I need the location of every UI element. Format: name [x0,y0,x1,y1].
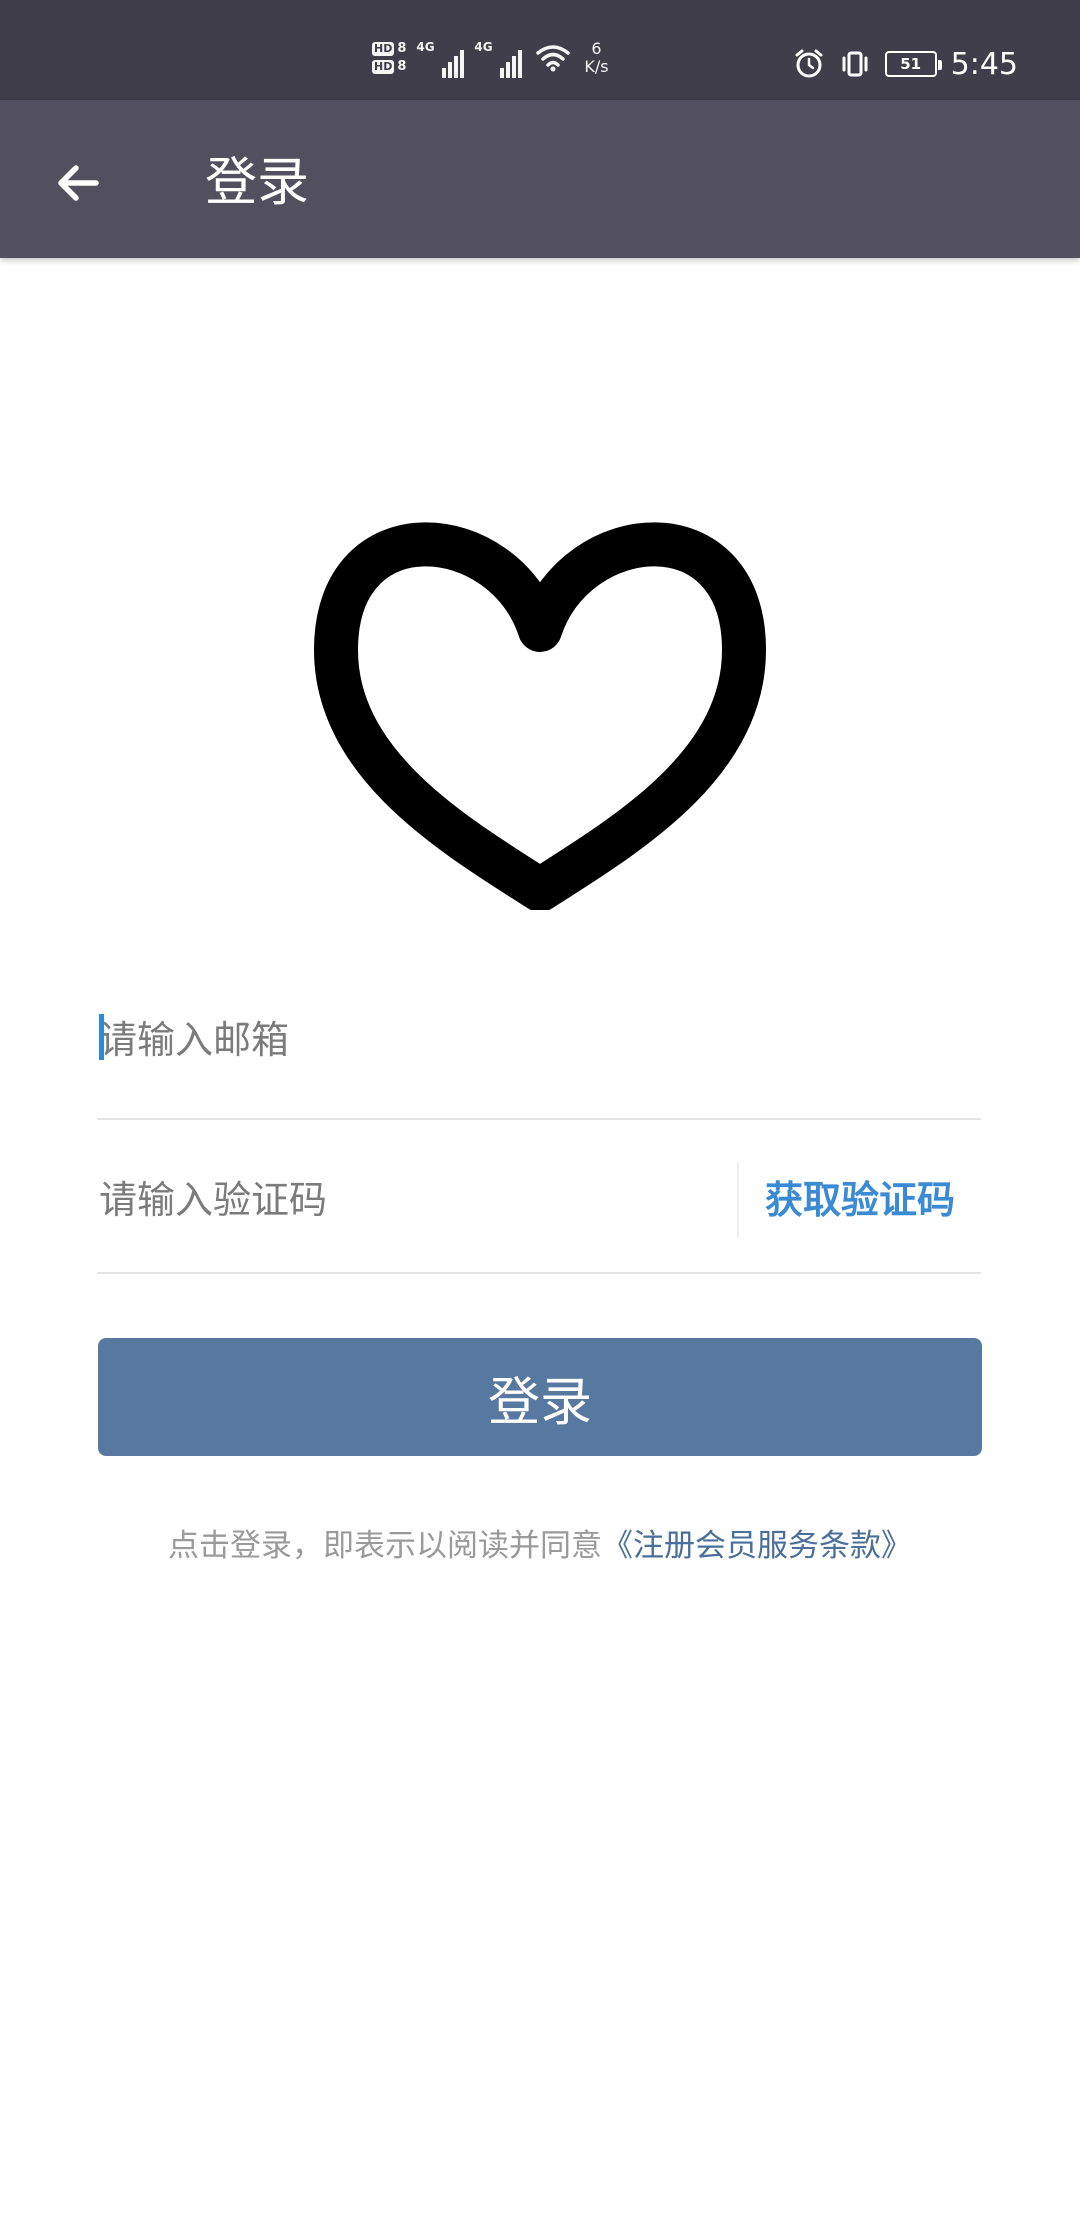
page-title: 登录 [205,153,310,213]
hd-sim2: 8 [397,59,407,74]
signal-tag: 4G [474,40,493,54]
back-button[interactable] [40,145,116,221]
signal-tag: 4G [416,40,435,54]
arrow-left-icon [58,165,99,201]
vibrate-icon [842,51,868,77]
status-bar: HD 8 HD 8 4G 4G 6 K/s 51 5:45 [0,0,1080,100]
get-code-button[interactable]: 获取验证码 [765,1170,955,1230]
hd-icon: HD 8 [372,42,406,56]
email-input[interactable] [99,1010,959,1070]
email-field-container [97,978,981,1120]
text-caret [99,1014,104,1060]
battery-icon: 51 [884,51,942,77]
status-network-group: HD 8 HD 8 4G 4G 6 K/s [372,30,609,86]
verification-code-input[interactable] [99,1170,719,1230]
wifi-icon [536,45,571,72]
network-speed-unit: K/s [584,57,609,76]
terms-link[interactable]: 《注册会员服务条款》 [602,1528,912,1564]
hd-sim1: 8 [397,41,407,56]
code-field-container: 获取验证码 [97,1140,981,1274]
signal-4g-icon: 4G [474,38,523,78]
agreement-text: 点击登录，即表示以阅读并同意《注册会员服务条款》 [0,1516,1080,1576]
hd-icon: HD 8 [372,60,406,74]
agreement-prefix: 点击登录，即表示以阅读并同意 [168,1528,602,1564]
heart-outline-icon [314,522,766,910]
battery-level: 51 [900,55,922,73]
app-bar: 登录 [0,100,1080,258]
network-speed-value: 6 [591,39,602,58]
hd-indicator: HD 8 HD 8 [372,42,406,74]
alarm-icon [795,49,823,78]
field-divider [737,1162,739,1238]
status-system-group: 51 5:45 [793,44,1018,84]
network-speed: 6 K/s [584,40,608,76]
status-time: 5:45 [950,46,1018,82]
hd-label: HD [372,42,395,56]
hd-label: HD [372,60,395,74]
login-button[interactable]: 登录 [98,1338,982,1456]
signal-4g-icon: 4G [416,38,465,78]
